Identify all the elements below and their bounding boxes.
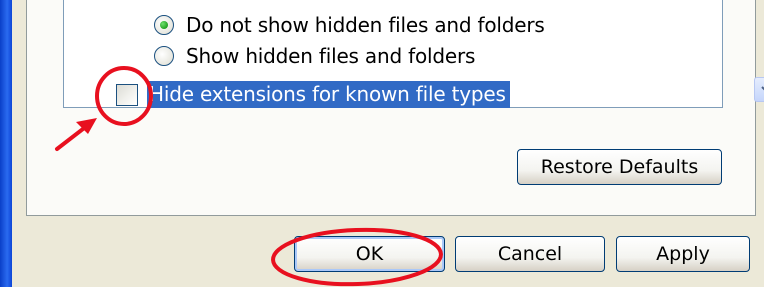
radio-dot — [160, 21, 168, 29]
radio-button[interactable] — [154, 46, 174, 66]
restore-defaults-button[interactable]: Restore Defaults — [517, 149, 722, 185]
advanced-settings-list[interactable]: Do not show hidden files and folders Sho… — [63, 0, 764, 108]
radio-button-checked[interactable] — [154, 15, 174, 35]
radio-label: Show hidden files and folders — [186, 44, 476, 68]
radio-label: Do not show hidden files and folders — [186, 13, 545, 37]
apply-button[interactable]: Apply — [616, 236, 750, 272]
checkbox-label: Hide extensions for known file types — [147, 81, 510, 108]
ok-button[interactable]: OK — [294, 236, 445, 272]
radio-row-show-hidden[interactable]: Show hidden files and folders — [154, 44, 475, 68]
radio-row-do-not-show-hidden[interactable]: Do not show hidden files and folders — [154, 13, 545, 37]
scroll-down-button[interactable] — [754, 77, 764, 102]
cancel-button[interactable]: Cancel — [455, 236, 605, 272]
checkbox[interactable] — [116, 83, 138, 106]
checkbox-row-hide-extensions[interactable]: Hide extensions for known file types — [116, 81, 510, 108]
window-frame-left — [0, 0, 12, 287]
